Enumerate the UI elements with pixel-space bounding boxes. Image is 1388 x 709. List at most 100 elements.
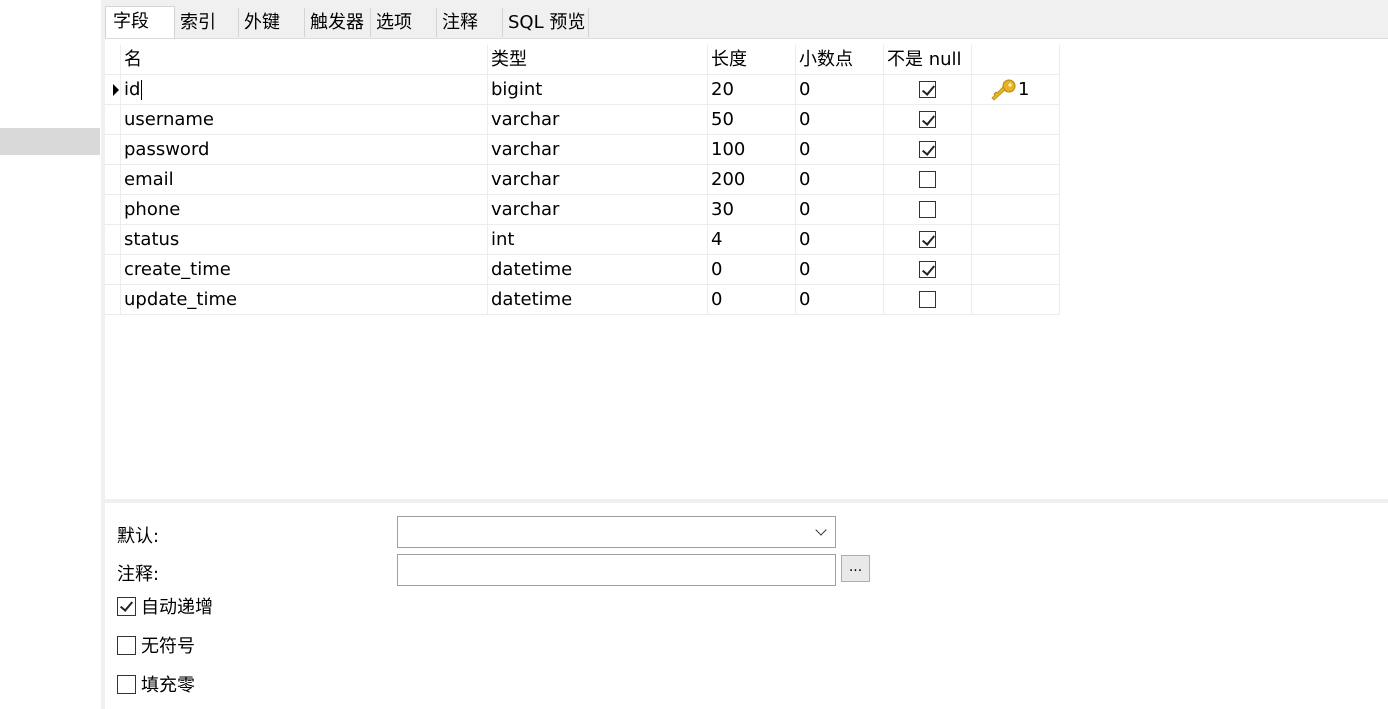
designer-tabbar: 字段 索引 外键 触发器 选项 注释 SQL 预览 bbox=[105, 0, 1388, 39]
field-type-cell[interactable]: varchar bbox=[488, 165, 708, 195]
field-type-cell[interactable]: varchar bbox=[488, 135, 708, 165]
field-not-null-cell[interactable] bbox=[884, 195, 972, 225]
field-not-null-cell[interactable] bbox=[884, 225, 972, 255]
tab-triggers[interactable]: 触发器 bbox=[305, 8, 371, 37]
table-row[interactable]: phone varchar 30 0 bbox=[105, 195, 1060, 225]
field-type-cell[interactable]: bigint bbox=[488, 75, 708, 105]
field-properties-panel: 默认: 注释: ... 自动递增 无符号 填充零 bbox=[105, 503, 1388, 709]
table-row[interactable]: update_time datetime 0 0 bbox=[105, 285, 1060, 315]
zerofill-checkbox[interactable] bbox=[117, 674, 136, 694]
chevron-down-icon[interactable] bbox=[815, 524, 827, 536]
field-type-cell[interactable]: varchar bbox=[488, 195, 708, 225]
table-row[interactable]: create_time datetime 0 0 bbox=[105, 255, 1060, 285]
row-marker[interactable] bbox=[105, 135, 121, 165]
table-row[interactable]: id bigint 20 0 1 bbox=[105, 75, 1060, 105]
table-row[interactable]: username varchar 50 0 bbox=[105, 105, 1060, 135]
field-name-cell[interactable]: update_time bbox=[121, 285, 488, 315]
field-name-cell[interactable]: username bbox=[121, 105, 488, 135]
col-header-key[interactable] bbox=[972, 45, 1060, 75]
field-length-cell[interactable]: 4 bbox=[708, 225, 796, 255]
table-row[interactable]: status int 4 0 bbox=[105, 225, 1060, 255]
field-length-cell[interactable]: 30 bbox=[708, 195, 796, 225]
field-length-cell[interactable]: 0 bbox=[708, 285, 796, 315]
col-header-name[interactable]: 名 bbox=[121, 45, 488, 75]
field-length-cell[interactable]: 20 bbox=[708, 75, 796, 105]
row-marker[interactable] bbox=[105, 225, 121, 255]
table-row[interactable]: password varchar 100 0 bbox=[105, 135, 1060, 165]
field-key-cell[interactable]: 1 bbox=[972, 75, 1060, 105]
field-key-cell[interactable] bbox=[972, 255, 1060, 285]
auto-increment-checkbox[interactable] bbox=[117, 596, 136, 616]
row-marker[interactable] bbox=[105, 285, 121, 315]
comment-more-button[interactable]: ... bbox=[841, 555, 870, 582]
field-type-cell[interactable]: datetime bbox=[488, 255, 708, 285]
field-not-null-cell[interactable] bbox=[884, 75, 972, 105]
not-null-checkbox[interactable] bbox=[919, 201, 936, 218]
not-null-checkbox[interactable] bbox=[919, 111, 936, 128]
field-key-cell[interactable] bbox=[972, 195, 1060, 225]
tab-fields[interactable]: 字段 bbox=[105, 6, 175, 38]
not-null-checkbox[interactable] bbox=[919, 231, 936, 248]
selected-object-highlight[interactable] bbox=[0, 128, 100, 155]
field-key-cell[interactable] bbox=[972, 135, 1060, 165]
row-marker[interactable] bbox=[105, 255, 121, 285]
field-key-cell[interactable] bbox=[972, 105, 1060, 135]
auto-increment-option[interactable]: 自动递增 bbox=[117, 596, 213, 619]
field-decimal-cell[interactable]: 0 bbox=[796, 285, 884, 315]
not-null-checkbox[interactable] bbox=[919, 261, 936, 278]
field-decimal-cell[interactable]: 0 bbox=[796, 255, 884, 285]
col-header-decimal[interactable]: 小数点 bbox=[796, 45, 884, 75]
field-decimal-cell[interactable]: 0 bbox=[796, 75, 884, 105]
field-length-cell[interactable]: 0 bbox=[708, 255, 796, 285]
col-header-length[interactable]: 长度 bbox=[708, 45, 796, 75]
field-decimal-cell[interactable]: 0 bbox=[796, 195, 884, 225]
field-name-cell-text: update_time bbox=[124, 289, 238, 310]
col-header-not-null[interactable]: 不是 null bbox=[884, 45, 972, 75]
row-marker[interactable] bbox=[105, 165, 121, 195]
row-marker[interactable] bbox=[105, 75, 121, 105]
col-header-type[interactable]: 类型 bbox=[488, 45, 708, 75]
tab-comment[interactable]: 注释 bbox=[437, 8, 503, 37]
tab-indexes[interactable]: 索引 bbox=[175, 8, 239, 37]
field-name-cell[interactable]: email bbox=[121, 165, 488, 195]
comment-input[interactable] bbox=[397, 554, 836, 586]
zerofill-option[interactable]: 填充零 bbox=[117, 674, 195, 697]
field-name-cell[interactable]: create_time bbox=[121, 255, 488, 285]
field-key-cell[interactable] bbox=[972, 225, 1060, 255]
field-type-cell[interactable]: int bbox=[488, 225, 708, 255]
field-not-null-cell[interactable] bbox=[884, 165, 972, 195]
field-decimal-cell[interactable]: 0 bbox=[796, 105, 884, 135]
unsigned-checkbox[interactable] bbox=[117, 635, 136, 655]
not-null-checkbox[interactable] bbox=[919, 171, 936, 188]
tab-foreign-keys[interactable]: 外键 bbox=[239, 8, 305, 37]
unsigned-option[interactable]: 无符号 bbox=[117, 635, 195, 658]
field-not-null-cell[interactable] bbox=[884, 255, 972, 285]
field-decimal-cell[interactable]: 0 bbox=[796, 225, 884, 255]
table-row[interactable]: email varchar 200 0 bbox=[105, 165, 1060, 195]
field-length-cell[interactable]: 50 bbox=[708, 105, 796, 135]
field-name-cell[interactable]: password bbox=[121, 135, 488, 165]
field-not-null-cell[interactable] bbox=[884, 135, 972, 165]
field-key-cell[interactable] bbox=[972, 165, 1060, 195]
field-type-cell[interactable]: varchar bbox=[488, 105, 708, 135]
not-null-checkbox[interactable] bbox=[919, 81, 936, 98]
not-null-checkbox[interactable] bbox=[919, 141, 936, 158]
not-null-checkbox[interactable] bbox=[919, 291, 936, 308]
field-length-cell[interactable]: 100 bbox=[708, 135, 796, 165]
field-not-null-cell[interactable] bbox=[884, 105, 972, 135]
field-decimal-cell[interactable]: 0 bbox=[796, 165, 884, 195]
field-type-cell[interactable]: datetime bbox=[488, 285, 708, 315]
tab-options[interactable]: 选项 bbox=[371, 8, 437, 37]
row-marker[interactable] bbox=[105, 105, 121, 135]
field-decimal-cell[interactable]: 0 bbox=[796, 135, 884, 165]
field-not-null-cell[interactable] bbox=[884, 285, 972, 315]
default-combobox[interactable] bbox=[397, 516, 836, 548]
field-length-cell[interactable]: 200 bbox=[708, 165, 796, 195]
field-name-cell[interactable]: id bbox=[121, 75, 488, 105]
object-list-pane[interactable] bbox=[0, 0, 102, 709]
field-name-cell[interactable]: status bbox=[121, 225, 488, 255]
row-marker[interactable] bbox=[105, 195, 121, 225]
tab-sql-preview[interactable]: SQL 预览 bbox=[503, 8, 589, 37]
field-key-cell[interactable] bbox=[972, 285, 1060, 315]
field-name-cell[interactable]: phone bbox=[121, 195, 488, 225]
